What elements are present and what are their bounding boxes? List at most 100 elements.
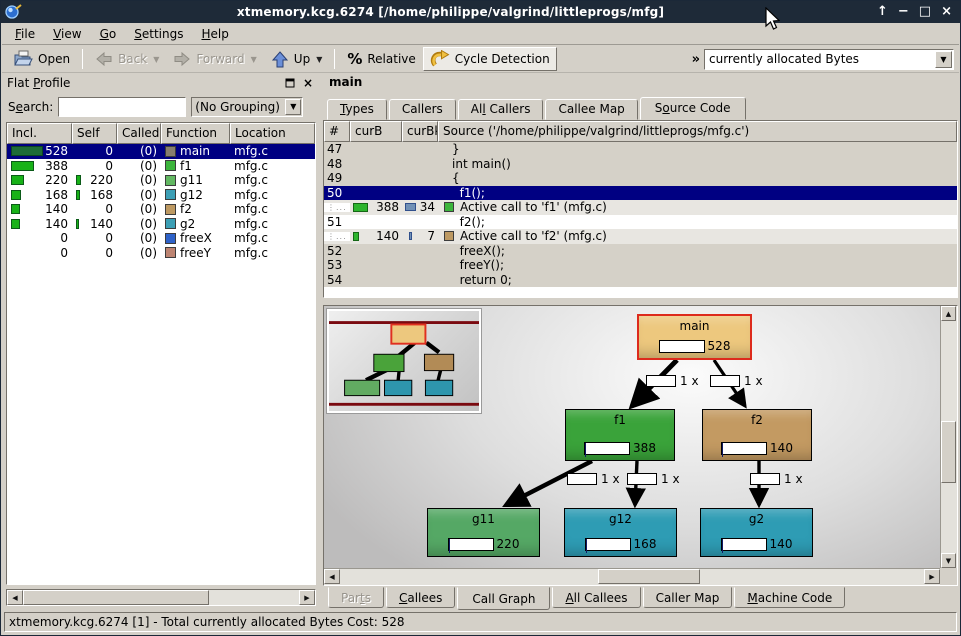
table-row-freeY[interactable]: 0 0 (0) freeY mfg.c [7,246,315,261]
tab-call-graph[interactable]: Call Graph [457,587,550,610]
scroll-left-icon[interactable]: ◀ [324,569,340,584]
tab-all-callers[interactable]: All Callers [458,99,544,120]
table-row-freeX[interactable]: 0 0 (0) freeX mfg.c [7,231,315,246]
table-row-main[interactable]: 528 0 (0) main mfg.c [7,144,315,159]
scroll-down-icon[interactable]: ▼ [941,553,956,568]
column-header-line[interactable]: # [324,121,350,142]
dock-close-button[interactable]: × [301,76,315,90]
scrollbar-thumb[interactable] [23,590,209,605]
tab-caller-map[interactable]: Caller Map [643,587,733,608]
toolbar-separator [334,49,335,69]
menu-help[interactable]: Help [192,25,237,43]
table-row-f1[interactable]: 388 0 (0) f1 mfg.c [7,159,315,174]
source-row[interactable]: 48 int main() [324,157,957,172]
maximize-button[interactable]: □ [919,3,931,21]
source-call-row[interactable]: ⋮... 388 34 Active call to 'f1' (mfg.c) [324,200,957,215]
event-type-dropdown-icon[interactable]: ▼ [935,51,952,68]
search-input[interactable] [58,97,186,117]
tab-callees[interactable]: Callees [386,587,455,608]
table-row-g11[interactable]: 220 220 (0) g11 mfg.c [7,173,315,188]
close-button[interactable]: × [941,3,952,21]
tab-parts[interactable]: Parts [328,587,384,608]
scroll-right-icon[interactable]: ▶ [299,590,315,605]
back-button[interactable]: Back ▼ [88,47,166,71]
tree-expander-icon[interactable]: ⋮... [324,232,350,241]
menu-view[interactable]: View [44,25,90,43]
table-row-f2[interactable]: 140 0 (0) f2 mfg.c [7,202,315,217]
grouping-select[interactable]: (No Grouping) ▼ [191,97,303,117]
column-header-curb[interactable]: curB [350,121,402,142]
forward-dropdown-icon[interactable]: ▼ [251,55,257,64]
title-bar: xtmemory.kcg.6274 [/home/philippe/valgri… [1,1,960,23]
graph-node-g12[interactable]: g12 168 [564,508,677,557]
dock-title: Flat Profile [7,76,279,90]
source-row[interactable]: 49 { [324,171,957,186]
source-call-row[interactable]: ⋮... 140 7 Active call to 'f2' (mfg.c) [324,229,957,244]
open-button[interactable]: Open [6,47,77,71]
source-row[interactable]: 52 freeX(); [324,244,957,259]
cycle-detection-icon [430,50,450,68]
scrollbar-thumb[interactable] [941,421,956,483]
graph-node-f2[interactable]: f2 140 [702,409,812,461]
scrollbar-thumb[interactable] [598,569,700,584]
dock-float-button[interactable] [283,76,297,90]
back-dropdown-icon[interactable]: ▼ [153,55,159,64]
edge-label-f1-g12: 1 x [627,472,680,486]
function-color-icon [444,202,454,212]
grouping-dropdown-icon[interactable]: ▼ [285,99,301,115]
source-row[interactable]: 54 return 0; [324,273,957,288]
tab-callee-map[interactable]: Callee Map [545,99,637,120]
column-header-source[interactable]: Source ('/home/philippe/valgrind/littlep… [438,121,957,142]
graph-node-g11[interactable]: g11 220 [427,508,540,557]
tab-callers[interactable]: Callers [389,99,456,120]
menu-settings[interactable]: Settings [125,25,192,43]
table-row-g12[interactable]: 168 168 (0) g12 mfg.c [7,188,315,203]
scroll-right-icon[interactable]: ▶ [924,569,940,584]
forward-button[interactable]: Forward ▼ [166,47,263,71]
scroll-left-icon[interactable]: ◀ [7,590,23,605]
dock-title-bar[interactable]: Flat Profile × [3,73,319,93]
back-icon [95,51,113,67]
edge-label-f2-g2: 1 x [750,472,803,486]
source-row[interactable]: 53 freeY(); [324,258,957,273]
tab-source-code[interactable]: Source Code [640,97,746,120]
menu-go[interactable]: Go [91,25,126,43]
column-header-location[interactable]: Location [230,123,315,144]
graph-node-main[interactable]: main 528 [637,314,752,360]
shade-button[interactable]: ↑ [877,3,888,21]
minimize-button[interactable]: − [898,3,909,21]
source-row[interactable]: 47 } [324,142,957,157]
graph-horizontal-scrollbar[interactable]: ◀ ▶ [324,568,940,585]
tab-machine-code[interactable]: Machine Code [734,587,845,608]
function-color-icon [444,231,454,241]
scroll-up-icon[interactable]: ▲ [941,306,956,321]
menu-file[interactable]: File [6,25,44,43]
source-view: # curB curBk Source ('/home/philippe/val… [323,120,958,298]
column-header-incl[interactable]: Incl. [7,123,72,144]
toolbar-overflow-chevron[interactable]: » [692,52,700,67]
graph-node-f1[interactable]: f1 388 [565,409,675,461]
application-window: xtmemory.kcg.6274 [/home/philippe/valgri… [0,0,961,636]
up-button[interactable]: Up ▼ [264,47,330,71]
table-row-g2[interactable]: 140 140 (0) g2 mfg.c [7,217,315,232]
tree-expander-icon[interactable]: ⋮... [324,203,350,212]
flat-profile-horizontal-scrollbar[interactable]: ◀ ▶ [6,589,316,606]
up-dropdown-icon[interactable]: ▼ [316,55,322,64]
cycle-detection-toggle-button[interactable]: Cycle Detection [423,47,557,71]
tab-types[interactable]: Types [327,99,387,120]
source-row[interactable]: 51 f2(); [324,215,957,230]
app-icon [4,3,24,21]
column-header-self[interactable]: Self [72,123,117,144]
graph-vertical-scrollbar[interactable]: ▲ ▼ [940,306,957,568]
source-row-selected[interactable]: 50 f1(); [324,186,957,201]
flat-profile-table: Incl. Self Called Function Location 528 … [6,122,316,585]
tab-all-callees[interactable]: All Callees [552,587,640,608]
relative-toggle-button[interactable]: % Relative [340,47,422,71]
event-type-value: currently allocated Bytes [705,52,935,66]
event-type-select[interactable]: currently allocated Bytes ▼ [704,49,954,70]
column-header-called[interactable]: Called [117,123,161,144]
call-graph-view[interactable]: main 528 f1 388 f2 140 g11 220 g12 168 g… [323,305,958,586]
column-header-function[interactable]: Function [161,123,230,144]
graph-node-g2[interactable]: g2 140 [700,508,813,557]
column-header-curbk[interactable]: curBk [402,121,438,142]
